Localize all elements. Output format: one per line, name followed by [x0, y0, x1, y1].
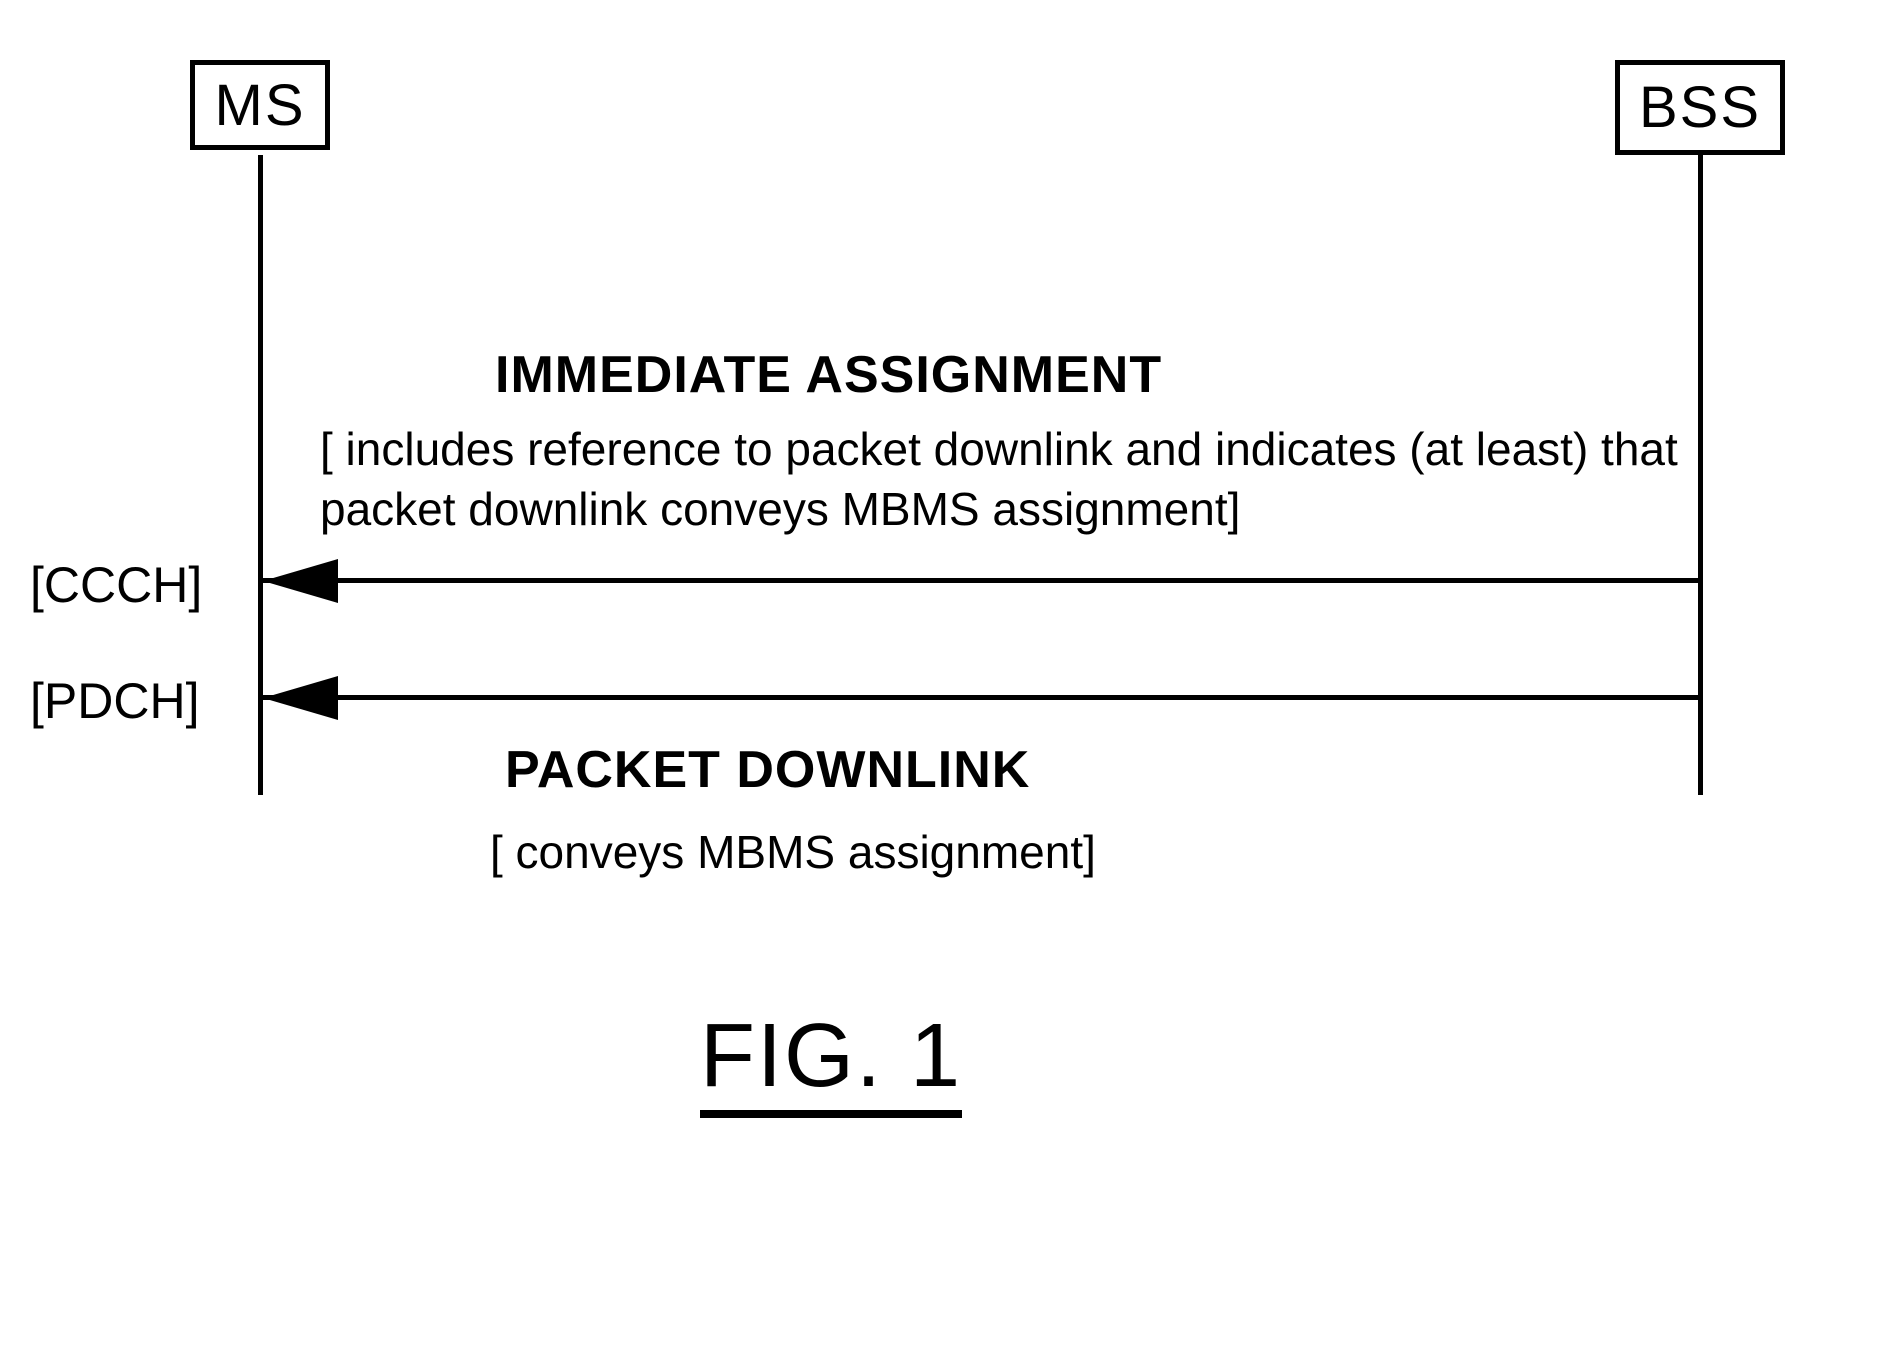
bss-entity-box: BSS	[1615, 60, 1785, 155]
immediate-assignment-title: IMMEDIATE ASSIGNMENT	[495, 345, 1162, 405]
ms-entity-box: MS	[190, 60, 330, 150]
pdch-arrowhead	[263, 676, 338, 720]
ms-label: MS	[215, 72, 306, 139]
sequence-diagram: MS BSS IMMEDIATE ASSIGNMENT [ includes r…	[40, 60, 1840, 1110]
pdch-arrow-line	[263, 695, 1698, 700]
ccch-arrowhead	[263, 559, 338, 603]
ccch-channel-label: [CCCH]	[30, 556, 202, 614]
pdch-channel-label: [PDCH]	[30, 672, 199, 730]
packet-downlink-description: [ conveys MBMS assignment]	[490, 825, 1096, 879]
ccch-arrow-line	[263, 578, 1698, 583]
bss-label: BSS	[1639, 74, 1761, 141]
figure-label: FIG. 1	[700, 1005, 962, 1118]
packet-downlink-title: PACKET DOWNLINK	[505, 740, 1030, 800]
immediate-assignment-description: [ includes reference to packet downlink …	[320, 420, 1700, 540]
